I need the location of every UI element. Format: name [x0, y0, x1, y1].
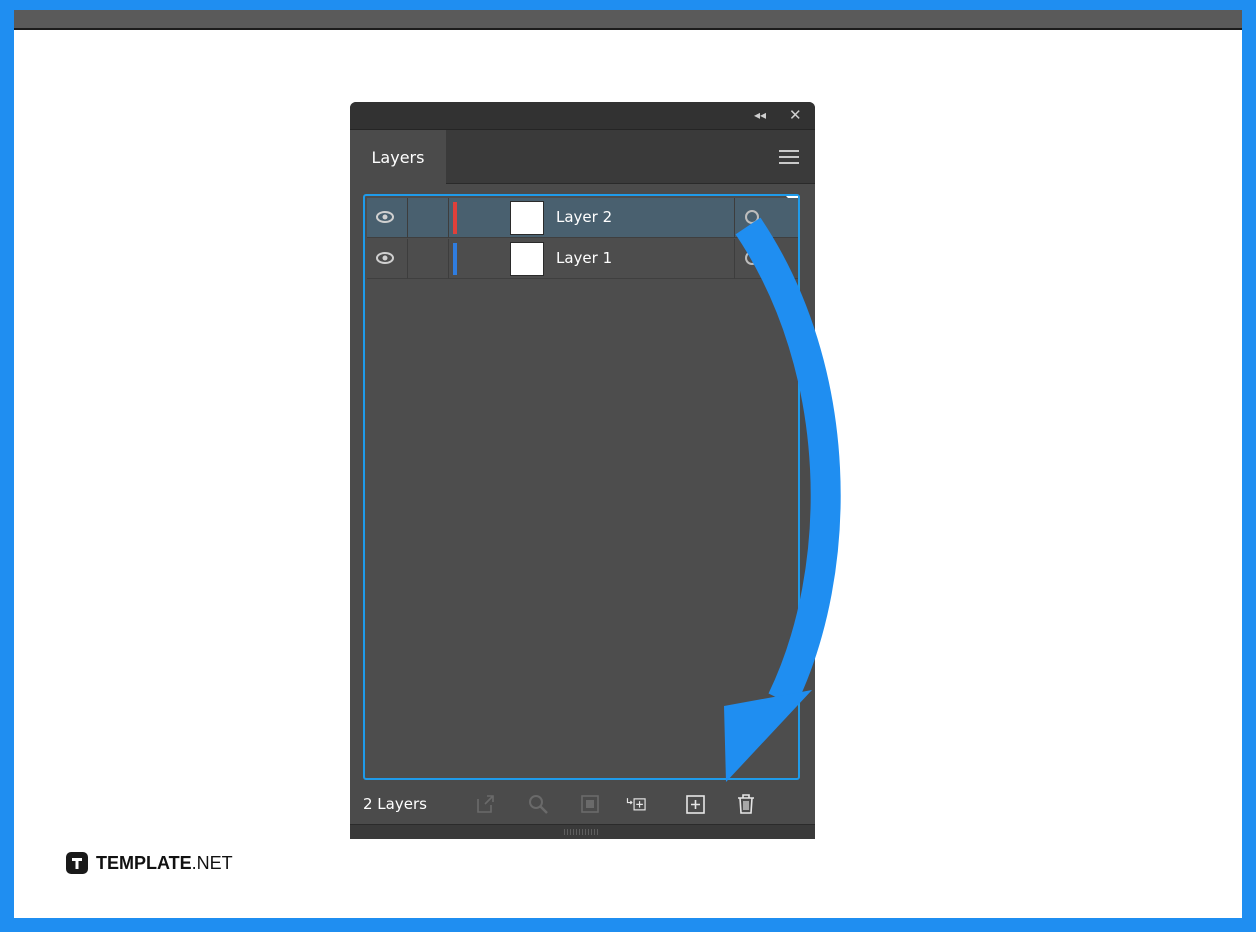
close-icon[interactable]: ✕ — [789, 106, 802, 124]
column-divider — [448, 198, 449, 238]
layer-count: 2 Layers — [363, 795, 427, 813]
layer-thumbnail — [510, 201, 544, 235]
brand-logo: TEMPLATE.NET — [66, 852, 233, 874]
layers-list: Layer 2 Layer 1 — [363, 194, 800, 780]
panel-title-bar[interactable]: ◂◂ ✕ — [350, 102, 815, 130]
column-divider — [407, 198, 408, 238]
brand-name: TEMPLATE.NET — [96, 852, 233, 873]
export-icon[interactable] — [474, 793, 496, 815]
collapse-panel-icon[interactable]: ◂◂ — [754, 108, 766, 122]
clipping-mask-icon[interactable] — [579, 793, 601, 815]
layer-thumbnail — [510, 242, 544, 276]
resize-grip-icon[interactable] — [564, 829, 600, 835]
column-divider — [734, 198, 735, 238]
panel-resize-bar[interactable] — [350, 824, 815, 839]
delete-icon[interactable] — [735, 793, 757, 815]
panel-footer: 2 Layers — [350, 783, 815, 823]
layer-row-2[interactable]: Layer 2 — [367, 198, 798, 238]
layer-color-indicator — [453, 202, 457, 234]
layer-row-1[interactable]: Layer 1 — [367, 239, 798, 279]
eye-icon[interactable] — [375, 251, 395, 265]
target-icon[interactable] — [745, 251, 759, 265]
column-divider — [407, 239, 408, 279]
template-logo-icon — [66, 852, 88, 874]
column-divider — [448, 239, 449, 279]
layer-name[interactable]: Layer 1 — [556, 249, 612, 267]
new-layer-icon[interactable] — [685, 793, 707, 815]
layer-color-indicator — [453, 243, 457, 275]
tab-layers[interactable]: Layers — [350, 130, 446, 184]
panel-menu-icon[interactable] — [779, 150, 799, 164]
app-top-bar — [14, 10, 1242, 30]
eye-icon[interactable] — [375, 210, 395, 224]
target-icon[interactable] — [745, 210, 759, 224]
layer-name[interactable]: Layer 2 — [556, 208, 612, 226]
panel-tab-bar: Layers — [350, 130, 815, 184]
locate-object-icon[interactable] — [527, 793, 549, 815]
column-divider — [734, 239, 735, 279]
layers-panel: ◂◂ ✕ Layers Layer 2 Layer 1 2 Layers — [350, 102, 815, 839]
new-sublayer-icon[interactable] — [626, 793, 648, 815]
